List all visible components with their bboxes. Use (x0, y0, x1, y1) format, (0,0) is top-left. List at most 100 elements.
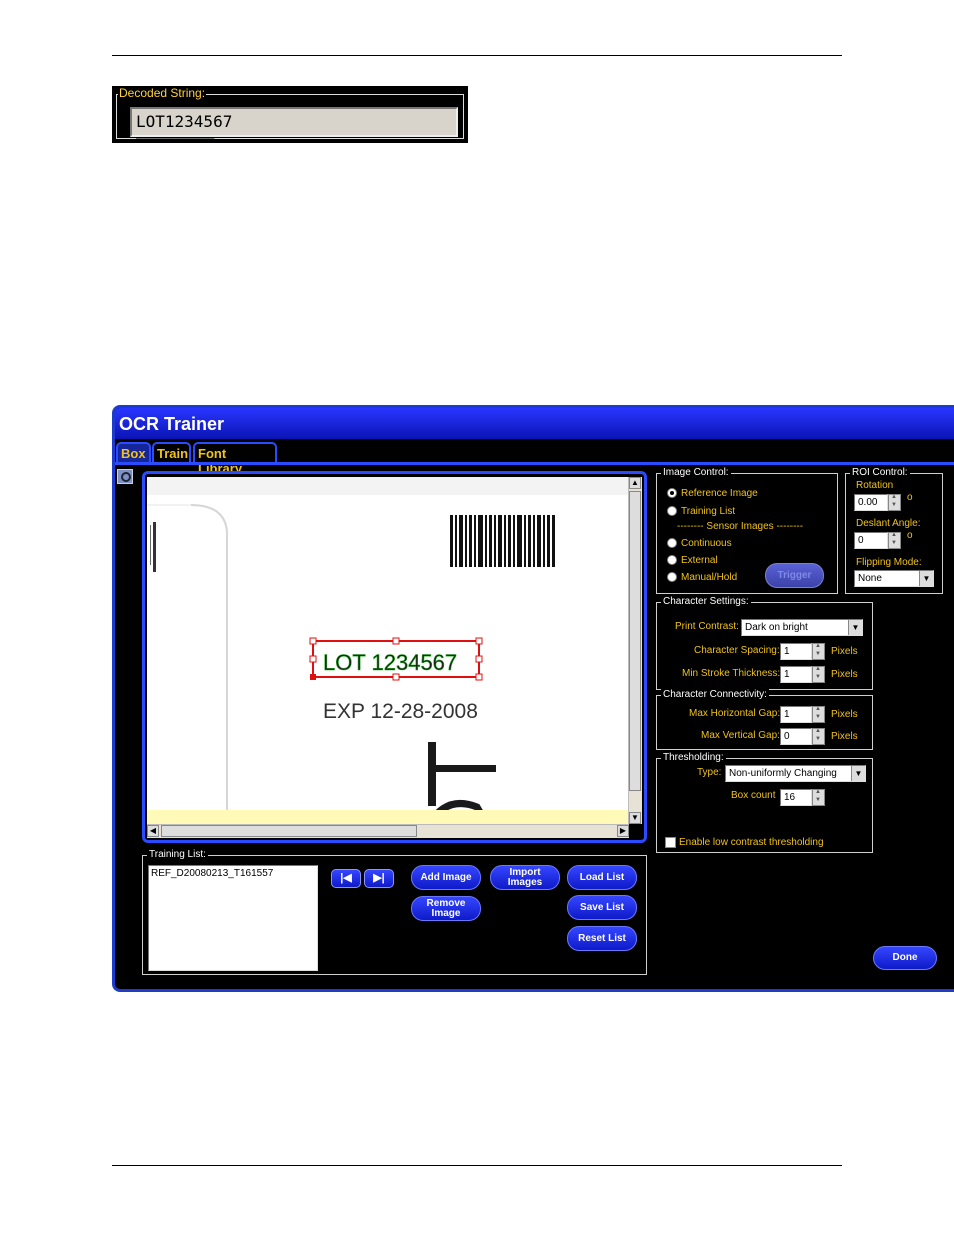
character-connectivity-group: Character Connectivity: Max Horizontal G… (656, 689, 873, 750)
training-list-box[interactable]: REF_D20080213_T161557 (148, 865, 318, 971)
tab-train[interactable]: Train (152, 442, 191, 464)
title-bar: OCR Trainer (115, 408, 954, 439)
low-contrast-checkbox[interactable] (665, 837, 676, 848)
rotation-degree-symbol: o (907, 492, 913, 503)
scroll-up-icon[interactable]: ▲ (629, 477, 641, 489)
chevron-down-icon[interactable]: ▼ (851, 766, 865, 781)
roi-control-group: ROI Control: Rotation 0.00 o Deslant Ang… (845, 467, 943, 594)
character-spacing-label: Character Spacing: (694, 645, 780, 656)
scroll-right-icon[interactable]: ▶ (617, 825, 629, 837)
radio-continuous-label: Continuous (681, 538, 732, 549)
tab-underline (115, 462, 954, 465)
flipping-mode-value: None (858, 573, 882, 584)
rotation-input[interactable]: 0.00 (854, 494, 888, 511)
trigger-button[interactable]: Trigger (765, 563, 824, 588)
character-spacing-unit: Pixels (831, 646, 858, 657)
skip-first-icon[interactable]: |◀ (331, 869, 361, 888)
roi-control-title: ROI Control: (850, 467, 910, 479)
chevron-down-icon[interactable]: ▼ (848, 620, 862, 635)
ocr-string-text: LOT 1234567 (323, 650, 457, 675)
training-list-item[interactable]: REF_D20080213_T161557 (151, 868, 315, 879)
threshold-type-select[interactable]: Non-uniformly Changing ▼ (725, 765, 866, 782)
scroll-left-icon[interactable]: ◀ (147, 825, 159, 837)
tab-box[interactable]: Box (116, 442, 151, 464)
tab-font-library[interactable]: Font Library (193, 442, 277, 476)
print-contrast-value: Dark on bright (745, 622, 808, 633)
thresholding-group: Thresholding: Type: Non-uniformly Changi… (656, 752, 873, 853)
image-control-group: Image Control: Reference Image Training … (656, 467, 838, 594)
min-stroke-spinner[interactable] (812, 666, 825, 683)
box-count-label: Box count (731, 790, 776, 801)
add-image-button[interactable]: Add Image (411, 865, 481, 890)
chevron-down-icon[interactable]: ▼ (919, 571, 933, 586)
flipping-mode-select[interactable]: None ▼ (854, 570, 934, 587)
decoded-string-underline: ‗‗‗‗‗‗‗‗‗‗ (136, 126, 215, 141)
max-horizontal-gap-unit: Pixels (831, 709, 858, 720)
max-vertical-gap-input[interactable]: 0 (780, 728, 812, 745)
min-stroke-unit: Pixels (831, 669, 858, 680)
max-vertical-gap-label: Max Vertical Gap: (701, 730, 780, 741)
flipping-mode-label: Flipping Mode: (856, 557, 922, 568)
threshold-type-value: Non-uniformly Changing (729, 768, 837, 779)
box-count-spinner[interactable] (812, 789, 825, 806)
scroll-down-icon[interactable]: ▼ (629, 812, 641, 824)
max-vertical-gap-spinner[interactable] (812, 728, 825, 745)
vertical-scroll-thumb[interactable] (629, 491, 641, 791)
max-vertical-gap-unit: Pixels (831, 731, 858, 742)
character-settings-group: Character Settings: Print Contrast: Dark… (656, 596, 873, 690)
max-horizontal-gap-spinner[interactable] (812, 706, 825, 723)
min-stroke-input[interactable]: 1 (780, 666, 812, 683)
radio-manual-hold-label: Manual/Hold (681, 572, 738, 583)
import-images-button[interactable]: Import Images (490, 865, 560, 890)
image-panel: LOT 1234567 EXP 12-28-2008 ▲ ▼ ◀ ▶ (142, 471, 647, 843)
rotation-spinner[interactable] (888, 494, 901, 511)
training-list-title: Training List: (147, 849, 208, 861)
radio-reference-image-label: Reference Image (681, 488, 758, 499)
decoded-string-panel: Decoded String: LOT1234567 ‗‗‗‗‗‗‗‗‗‗ (112, 86, 468, 143)
rotation-label: Rotation (856, 480, 894, 491)
box-count-input[interactable]: 16 (780, 789, 812, 806)
save-list-button[interactable]: Save List (567, 895, 637, 920)
footer-rule (112, 1165, 842, 1166)
vertical-scrollbar[interactable]: ▲ ▼ (628, 477, 642, 824)
max-horizontal-gap-input[interactable]: 1 (780, 706, 812, 723)
character-spacing-input[interactable]: 1 (780, 643, 812, 660)
print-contrast-label: Print Contrast: (675, 621, 739, 632)
ocr-trainer-window: OCR Trainer Box Train Font Library LOT 1… (112, 405, 954, 992)
deslant-input[interactable]: 0 (854, 532, 888, 549)
deslant-label: Deslant Angle: (856, 518, 921, 529)
character-spacing-spinner[interactable] (812, 643, 825, 660)
print-contrast-select[interactable]: Dark on bright ▼ (741, 619, 863, 636)
image-view[interactable]: LOT 1234567 EXP 12-28-2008 (147, 477, 629, 824)
window-title: OCR Trainer (119, 414, 225, 434)
sensor-images-header: -------- Sensor Images -------- (677, 521, 804, 532)
radio-training-list-label: Training List (681, 506, 736, 517)
radio-training-list[interactable] (667, 506, 677, 516)
skip-last-icon[interactable]: ▶| (364, 869, 394, 888)
character-settings-title: Character Settings: (661, 596, 751, 608)
image-highlight-strip (147, 810, 629, 824)
radio-reference-image[interactable] (667, 488, 677, 498)
deslant-spinner[interactable] (888, 532, 901, 549)
remove-image-button[interactable]: Remove Image (411, 896, 481, 921)
thresholding-title: Thresholding: (661, 752, 726, 764)
decoded-string-label: Decoded String: (118, 86, 207, 100)
horizontal-scroll-thumb[interactable] (161, 825, 417, 837)
radio-external-label: External (681, 555, 718, 566)
low-contrast-label: Enable low contrast thresholding (679, 837, 824, 848)
horizontal-scrollbar[interactable]: ◀ ▶ (147, 824, 629, 838)
zoom-icon[interactable] (117, 469, 133, 484)
character-connectivity-title: Character Connectivity: (661, 689, 769, 701)
deslant-degree-symbol: o (907, 530, 913, 541)
radio-continuous[interactable] (667, 538, 677, 548)
load-list-button[interactable]: Load List (567, 865, 637, 890)
max-horizontal-gap-label: Max Horizontal Gap: (689, 708, 781, 719)
reset-list-button[interactable]: Reset List (567, 926, 637, 951)
training-list-group: Training List: REF_D20080213_T161557 |◀ … (142, 849, 647, 975)
image-control-title: Image Control: (661, 467, 731, 479)
header-rule (112, 55, 842, 56)
radio-manual-hold[interactable] (667, 572, 677, 582)
threshold-type-label: Type: (697, 767, 722, 778)
done-button[interactable]: Done (873, 946, 937, 970)
radio-external[interactable] (667, 555, 677, 565)
